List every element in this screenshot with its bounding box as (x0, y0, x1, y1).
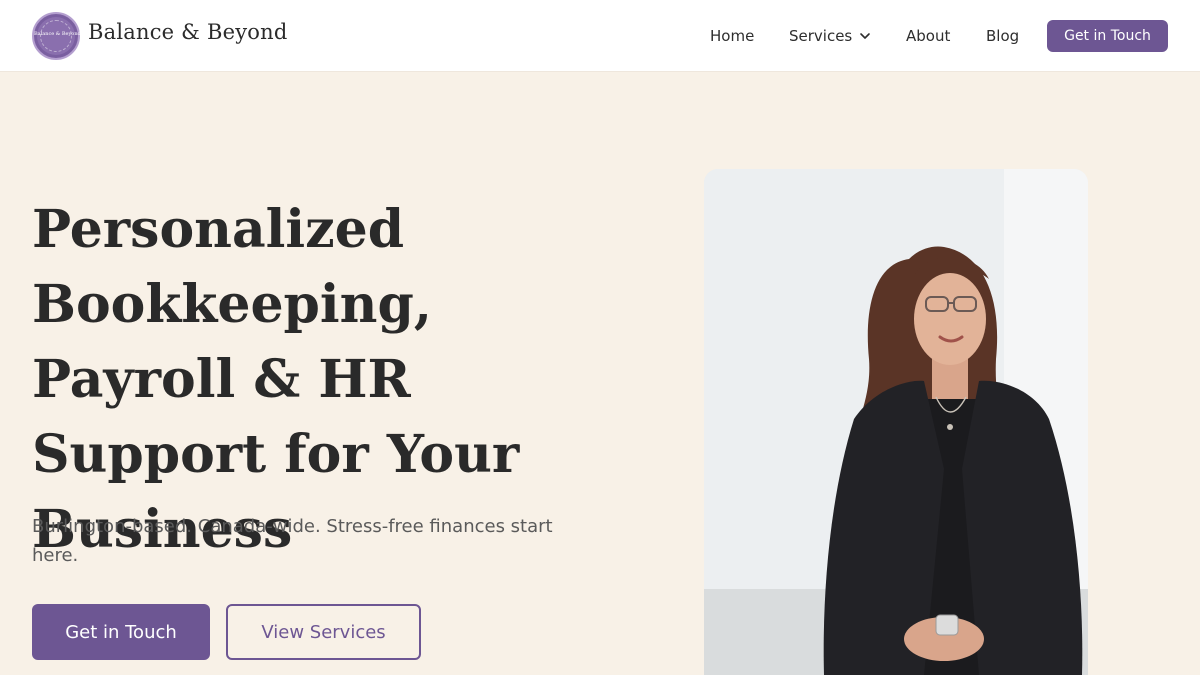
hero-photo (704, 169, 1088, 675)
nav-services[interactable]: Services (789, 20, 872, 52)
hero-title: Personalized Bookkeeping, Payroll & HR S… (32, 199, 520, 560)
hero-subtitle: Burlington-based. Canada-wide. Stress-fr… (32, 516, 553, 566)
chevron-down-icon (860, 33, 871, 39)
brand-name[interactable]: Balance & Beyond (88, 20, 287, 44)
nav-about[interactable]: About (906, 20, 950, 52)
logo-badge[interactable]: Balance & Beyond (32, 12, 81, 60)
view-services-button[interactable]: View Services (226, 604, 421, 660)
portrait-illustration (704, 169, 1088, 675)
nav-home[interactable]: Home (710, 20, 754, 52)
get-in-touch-button[interactable]: Get in Touch (32, 604, 210, 660)
site-header: Balance & Beyond Balance & Beyond Home S… (0, 0, 1200, 72)
header-get-in-touch-button[interactable]: Get in Touch (1047, 20, 1168, 52)
nav-services-label: Services (789, 27, 853, 45)
nav-blog[interactable]: Blog (986, 20, 1019, 52)
logo-text: Balance & Beyond (34, 31, 81, 37)
